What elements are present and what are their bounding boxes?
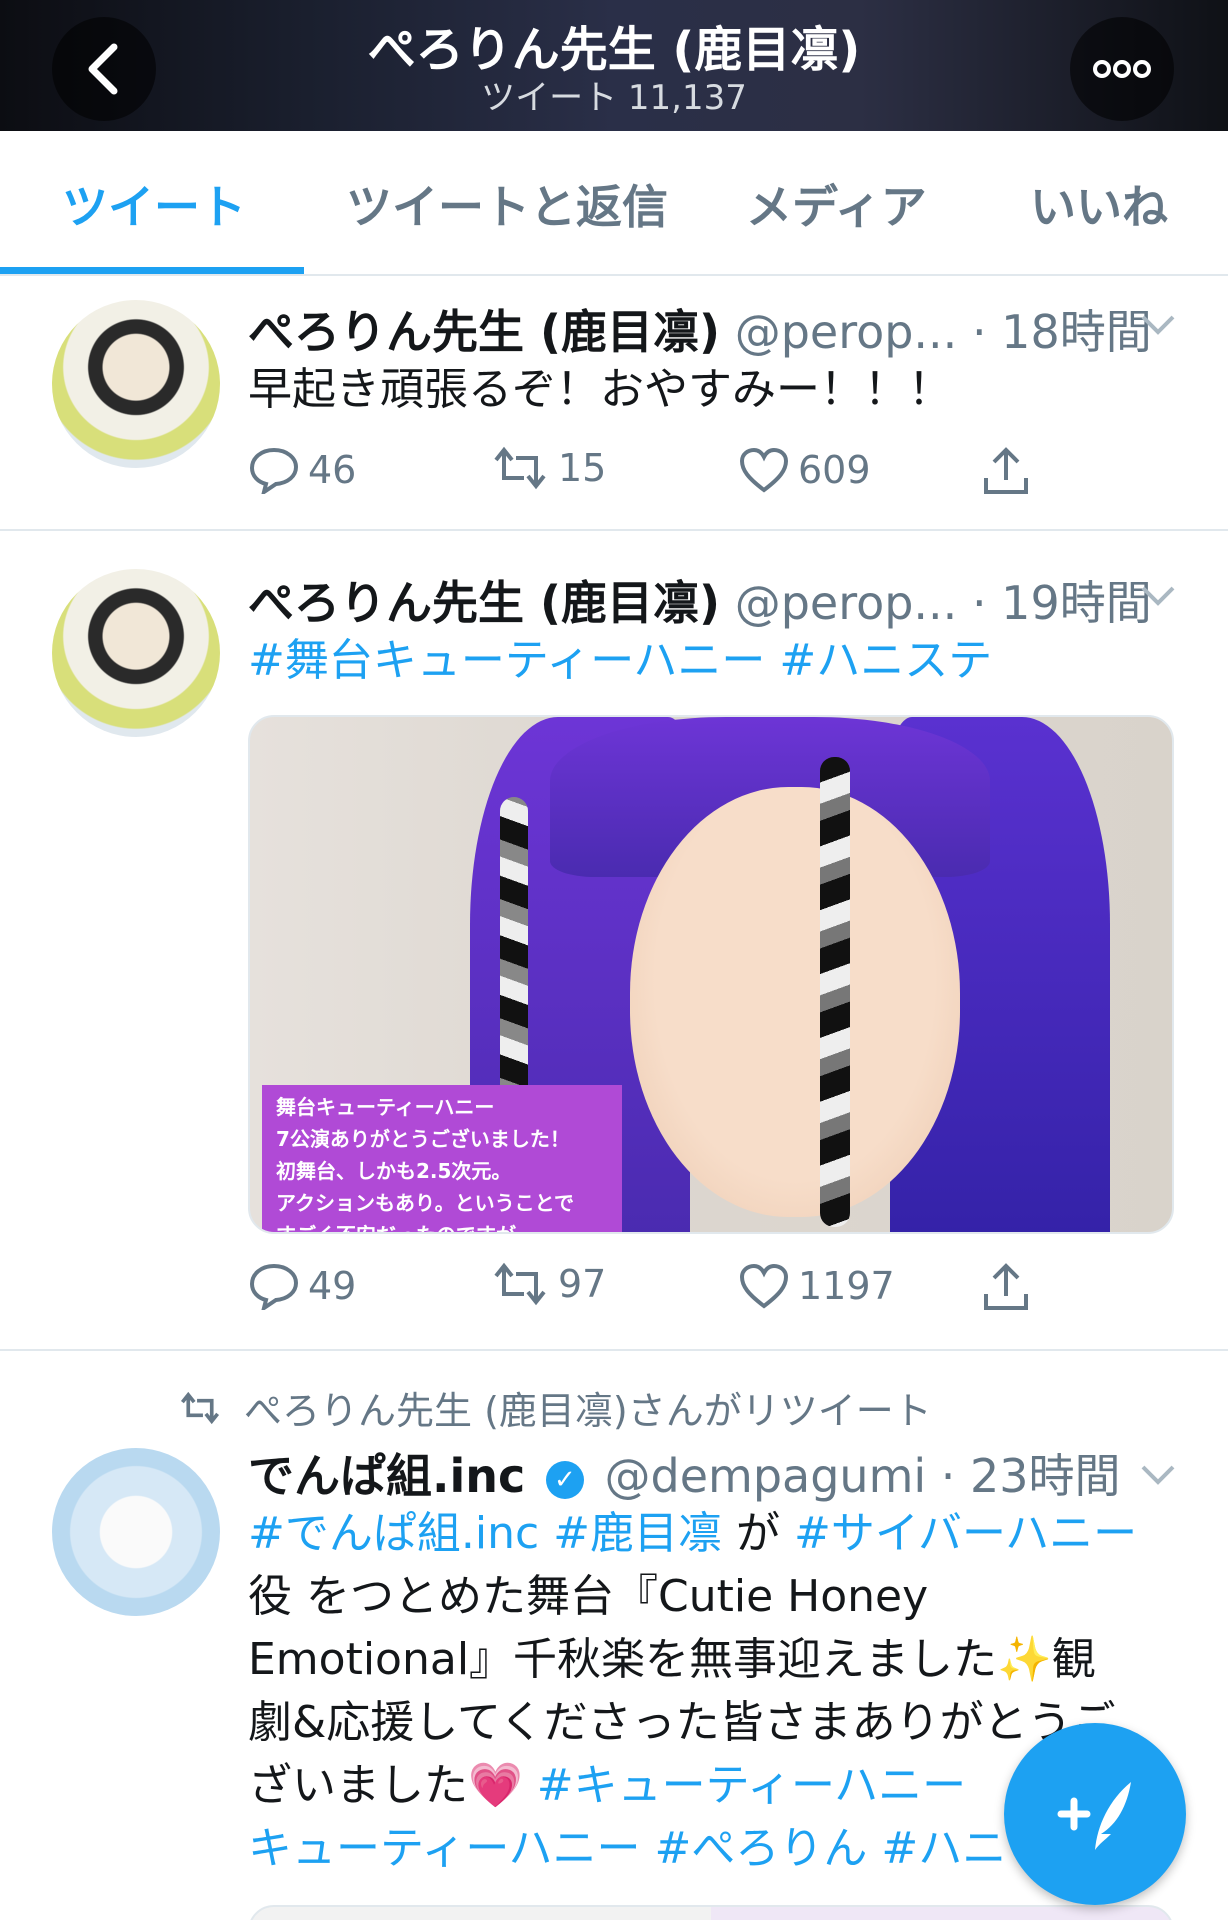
- chevron-down-icon[interactable]: [1140, 1452, 1176, 1496]
- verified-badge-icon: ✓: [545, 1460, 584, 1499]
- reply-button[interactable]: 46: [248, 446, 356, 494]
- active-tab-indicator: [0, 267, 304, 274]
- chevron-down-icon[interactable]: [1140, 573, 1176, 617]
- avatar[interactable]: [52, 569, 220, 737]
- heart-icon: [739, 1263, 789, 1309]
- tweet-time: · 18時間: [971, 305, 1152, 359]
- hashtag-link[interactable]: #でんぱ組.inc: [248, 1508, 539, 1559]
- avatar[interactable]: [52, 300, 220, 468]
- compose-tweet-icon: [1057, 1782, 1131, 1850]
- tab-media[interactable]: メディア: [746, 171, 927, 237]
- share-icon: [984, 447, 1028, 494]
- tweet-time: · 19時間: [971, 576, 1152, 630]
- retweet-icon: [494, 446, 546, 490]
- tweet-author-name[interactable]: ぺろりん先生 (鹿目凛): [248, 576, 720, 630]
- retweeted-by-label[interactable]: ぺろりん先生 (鹿目凛)さんがリツイート: [244, 1380, 932, 1435]
- share-icon: [984, 1263, 1028, 1310]
- tweet-actions: 49 97 1197: [248, 1262, 1048, 1322]
- heart-icon: [739, 447, 789, 493]
- share-button[interactable]: [980, 446, 1040, 498]
- retweet-small-icon: [180, 1391, 220, 1424]
- tweet-text: 早起き頑張るぞ！おやすみー！！！: [248, 364, 952, 415]
- reply-icon: [249, 447, 299, 494]
- hashtag-link[interactable]: #ハニ: [881, 1823, 1006, 1874]
- reply-button[interactable]: 49: [248, 1262, 356, 1310]
- retweet-button[interactable]: 97: [490, 1262, 606, 1306]
- reply-count: 49: [308, 1264, 357, 1308]
- retweet-count: 97: [558, 1262, 607, 1306]
- media-caption: 舞台キューティーハニー 7公演ありがとうございました！ 初舞台、しかも2.5次元…: [262, 1085, 622, 1232]
- hashtag-link[interactable]: #サイバーハニー: [794, 1508, 1137, 1559]
- retweet-count: 15: [558, 446, 607, 490]
- tweet-text: #舞台キューティーハニー #ハニステ: [248, 629, 1176, 692]
- tweet-author-name[interactable]: でんぱ組.inc: [248, 1449, 525, 1503]
- hashtag-link[interactable]: #キューティーハニー: [537, 1760, 966, 1811]
- like-count: 609: [798, 448, 871, 492]
- share-button[interactable]: [980, 1262, 1040, 1314]
- tab-likes[interactable]: いいね: [1030, 171, 1168, 237]
- like-count: 1197: [798, 1264, 895, 1308]
- chevron-down-icon[interactable]: [1140, 302, 1176, 346]
- tweet-item[interactable]: ぺろりん先生 (鹿目凛) @perop... · 18時間 早起き頑張るぞ！おや…: [0, 278, 1228, 531]
- more-button[interactable]: [1070, 17, 1174, 121]
- compose-tweet-button[interactable]: [1004, 1723, 1186, 1905]
- more-dots-icon: [1093, 60, 1151, 78]
- tweet-author-handle: @perop...: [734, 576, 958, 630]
- tweet-author-handle: @perop...: [734, 305, 958, 359]
- tweet-media-photo[interactable]: 舞台キューティーハニー 7公演ありがとうございました！ 初舞台、しかも2.5次元…: [248, 715, 1174, 1234]
- tweet-time: · 23時間: [940, 1449, 1121, 1503]
- tweet-header: でんぱ組.inc ✓ @dempagumi · 23時間: [248, 1440, 1121, 1506]
- retweet-icon: [494, 1262, 546, 1306]
- avatar[interactable]: [52, 1448, 220, 1616]
- tab-tweets[interactable]: ツイート: [62, 171, 246, 237]
- tweet-author-handle: @dempagumi: [604, 1449, 927, 1503]
- hashtag-link[interactable]: #ぺろりん: [654, 1823, 867, 1874]
- tweet-media-photo[interactable]: [248, 1905, 1174, 1920]
- hashtag-link[interactable]: #舞台キューティーハニー: [248, 635, 765, 686]
- hashtag-link[interactable]: キューティーハニー: [248, 1823, 640, 1874]
- like-button[interactable]: 1197: [738, 1262, 895, 1310]
- retweet-button[interactable]: 15: [490, 446, 606, 490]
- profile-header: ぺろりん先生 (鹿目凛) ツイート 11,137: [0, 0, 1228, 131]
- hashtag-link[interactable]: #ハニステ: [779, 635, 992, 686]
- profile-tabs: ツイート ツイートと返信 メディア いいね: [0, 131, 1228, 276]
- tweet-count: ツイート 11,137: [481, 78, 747, 118]
- reply-icon: [249, 1263, 299, 1310]
- like-button[interactable]: 609: [738, 446, 871, 494]
- tweet-author-name[interactable]: ぺろりん先生 (鹿目凛): [248, 305, 720, 359]
- hashtag-link[interactable]: #鹿目凛: [553, 1508, 722, 1559]
- reply-count: 46: [308, 448, 357, 492]
- retweet-indicator: ぺろりん先生 (鹿目凛)さんがリツイート: [178, 1380, 932, 1435]
- tab-tweets-replies[interactable]: ツイートと返信: [346, 171, 668, 237]
